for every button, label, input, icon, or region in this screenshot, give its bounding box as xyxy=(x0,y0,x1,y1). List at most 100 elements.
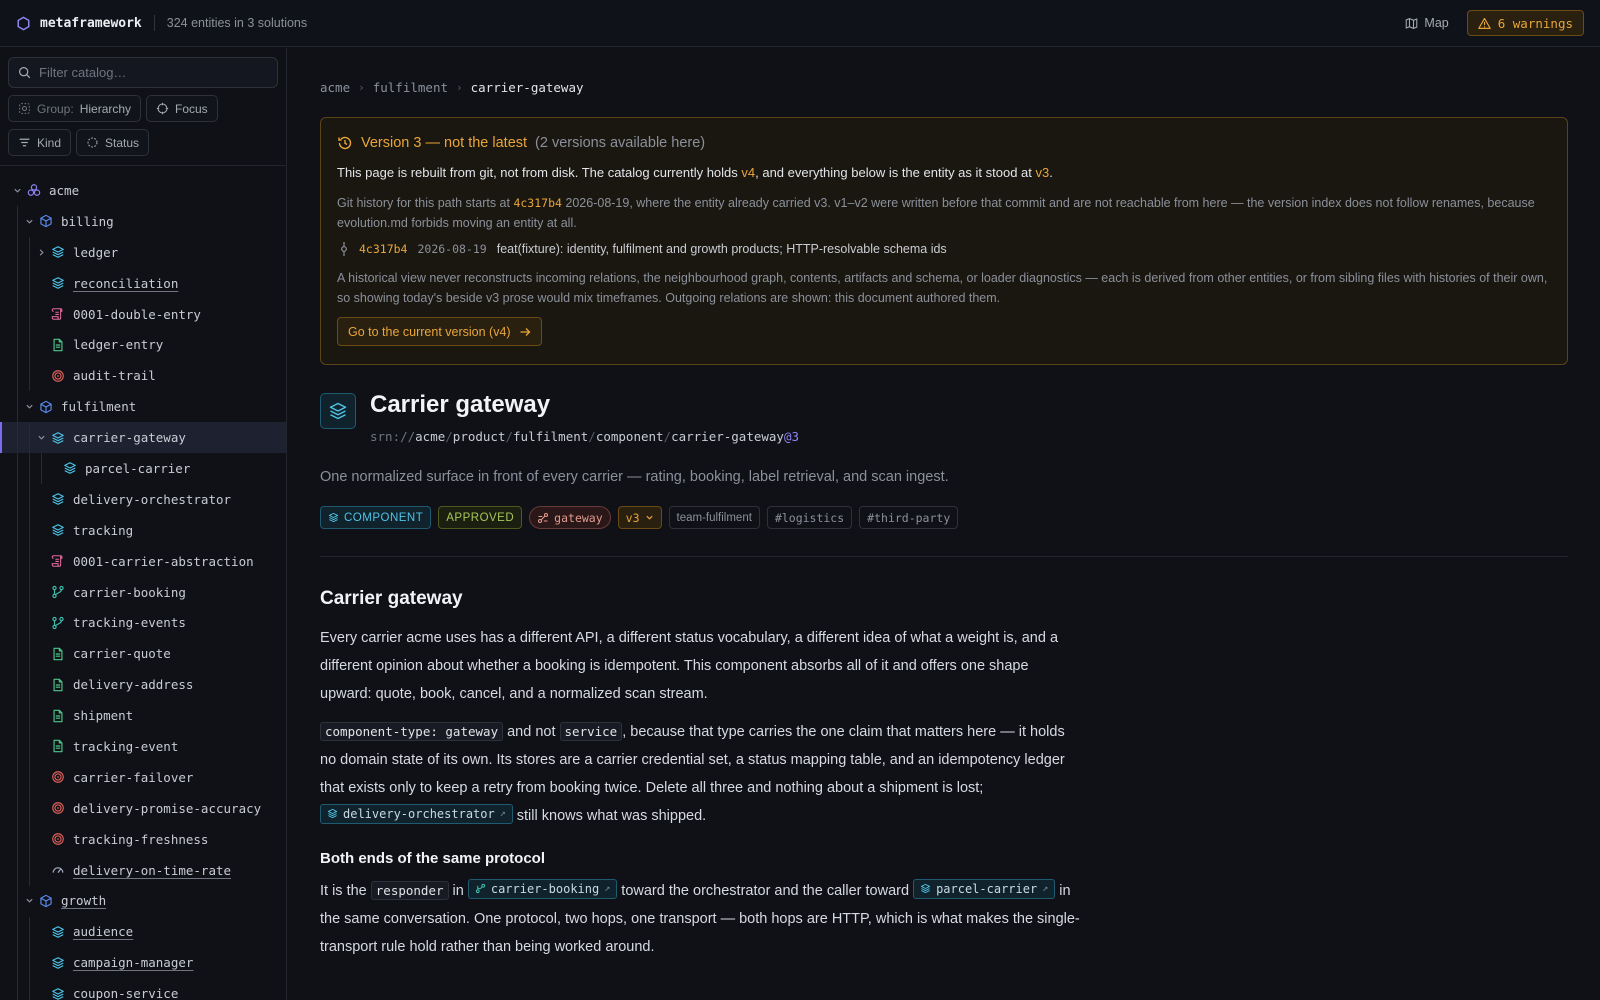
srn-part: component xyxy=(595,429,664,444)
entity-title: Carrier gateway xyxy=(370,391,551,418)
breadcrumb-item[interactable]: acme xyxy=(320,80,350,95)
chevron-down-icon[interactable] xyxy=(24,896,34,906)
breadcrumb-item[interactable]: fulfilment xyxy=(373,80,448,95)
tree-item-coupon-service[interactable]: coupon-service xyxy=(0,978,286,1000)
component-icon xyxy=(920,883,931,894)
tree-item-carrier-gateway[interactable]: carrier-gateway xyxy=(0,422,286,454)
group-chip[interactable]: Group: Hierarchy xyxy=(8,95,142,122)
schema-icon xyxy=(51,647,65,661)
tree-item-shipment[interactable]: shipment xyxy=(0,700,286,731)
schema-icon xyxy=(51,709,65,723)
banner-text: This page is rebuilt from git, not from … xyxy=(337,165,1053,180)
kind-badge[interactable]: COMPONENT xyxy=(320,506,432,529)
tree-item-ledger[interactable]: ledger xyxy=(0,237,286,268)
chevron-right-icon[interactable] xyxy=(36,247,46,257)
focus-chip[interactable]: Focus xyxy=(146,95,218,122)
version-select[interactable]: v3 xyxy=(617,506,662,529)
go-to-current-button[interactable]: Go to the current version (v4) xyxy=(337,317,542,346)
chevron-down-icon[interactable] xyxy=(24,216,34,226)
tree-item-carrier-failover[interactable]: carrier-failover xyxy=(0,762,286,793)
catalog-summary: 324 entities in 3 solutions xyxy=(166,16,308,30)
tree-item-tracking-freshness[interactable]: tracking-freshness xyxy=(0,824,286,855)
banner-note: A historical view never reconstructs inc… xyxy=(337,271,1548,305)
tree-item-carrier-booking[interactable]: carrier-booking xyxy=(0,577,286,608)
text: , and everything below is the entity as … xyxy=(755,165,1036,180)
map-button[interactable]: Map xyxy=(1405,16,1449,30)
tree-item-fulfilment[interactable]: fulfilment xyxy=(0,391,286,422)
chevron-down-icon[interactable] xyxy=(24,402,34,412)
tree-item-delivery-on-time-rate[interactable]: delivery-on-time-rate xyxy=(0,855,286,886)
schema-icon xyxy=(51,338,65,352)
tag-badge[interactable]: #third-party xyxy=(859,506,959,529)
type-badge[interactable]: gateway xyxy=(529,506,611,529)
banner-title: Version 3 — not the latest (2 versions a… xyxy=(337,135,705,151)
filter-lines-icon xyxy=(19,138,30,147)
tree-item-growth[interactable]: growth xyxy=(0,885,286,916)
tree-item-delivery-address[interactable]: delivery-address xyxy=(0,669,286,700)
commit-row: 4c317b4 2026-08-19 feat(fixture): identi… xyxy=(339,242,947,256)
status-badge[interactable]: APPROVED xyxy=(438,506,523,529)
map-label: Map xyxy=(1424,16,1449,30)
filter-input[interactable] xyxy=(39,65,259,80)
tree-item-campaign-manager[interactable]: campaign-manager xyxy=(0,947,286,978)
brand[interactable]: metaframework xyxy=(16,16,142,31)
arrow-right-icon xyxy=(520,327,530,336)
tree-item-label: ledger xyxy=(73,244,119,260)
tree-item-carrier-quote[interactable]: carrier-quote xyxy=(0,638,286,669)
warnings-button[interactable]: 6 warnings xyxy=(1466,10,1584,36)
chevron-right-icon: › xyxy=(358,81,365,94)
tree-item-label: tracking-events xyxy=(73,615,186,631)
tree-item-tracking-events[interactable]: tracking-events xyxy=(0,607,286,638)
tree-item-label: tracking xyxy=(73,522,134,538)
objective-icon xyxy=(51,801,65,815)
team-badge[interactable]: team-fulfilment xyxy=(668,506,760,529)
tree-item-acme[interactable]: acme xyxy=(0,175,286,206)
srn-part: acme xyxy=(415,429,446,444)
sidebar: Group: Hierarchy Focus Kind Status acme b… xyxy=(0,48,287,1000)
tree-item-tracking-event[interactable]: tracking-event xyxy=(0,731,286,762)
tree-item-label: coupon-service xyxy=(73,986,179,1000)
commit-hash[interactable]: 4c317b4 xyxy=(359,242,407,256)
entity-link[interactable]: parcel-carrier ↗ xyxy=(913,878,1056,899)
doc-paragraph: component-type: gateway and not service,… xyxy=(320,718,1080,830)
entity-link[interactable]: delivery-orchestrator ↗ xyxy=(320,803,513,824)
inline-code: service xyxy=(559,722,623,741)
tree-item-label: delivery-on-time-rate xyxy=(73,862,232,878)
entity-link[interactable]: carrier-booking ↗ xyxy=(467,878,618,899)
sidebar-divider xyxy=(0,165,286,166)
tree-item-tracking[interactable]: tracking xyxy=(0,515,286,546)
tree-item-label: carrier-failover xyxy=(73,769,194,785)
tree-item-billing[interactable]: billing xyxy=(0,206,286,237)
kind-badge-label: COMPONENT xyxy=(344,511,424,524)
tree-item-reconciliation[interactable]: reconciliation xyxy=(0,268,286,299)
tree-item-delivery-promise-accuracy[interactable]: delivery-promise-accuracy xyxy=(0,793,286,824)
entity-link-label: parcel-carrier xyxy=(936,881,1038,896)
kind-chip[interactable]: Kind xyxy=(8,129,72,156)
chevron-down-icon[interactable] xyxy=(36,433,46,443)
tree-item-0001-carrier-abstraction[interactable]: 0001-carrier-abstraction xyxy=(0,546,286,577)
tag-badge[interactable]: #logistics xyxy=(766,506,853,529)
status-chip[interactable]: Status xyxy=(76,129,150,156)
srn-version: @3 xyxy=(783,429,800,444)
chevron-down-icon[interactable] xyxy=(12,185,22,195)
objective-icon xyxy=(51,369,65,383)
tree-item-delivery-orchestrator[interactable]: delivery-orchestrator xyxy=(0,484,286,515)
filter-box[interactable] xyxy=(8,57,278,88)
tree-item-parcel-carrier[interactable]: parcel-carrier xyxy=(0,453,286,484)
section-divider xyxy=(320,556,1568,557)
tree-item-label: campaign-manager xyxy=(73,955,194,971)
tree-item-label: ledger-entry xyxy=(73,337,164,353)
group-icon xyxy=(19,103,30,114)
tree-item-label: fulfilment xyxy=(61,399,137,415)
tree-item-audit-trail[interactable]: audit-trail xyxy=(0,360,286,391)
breadcrumb-current: carrier-gateway xyxy=(470,80,584,95)
tree-item-ledger-entry[interactable]: ledger-entry xyxy=(0,329,286,360)
component-icon xyxy=(51,925,65,939)
text: still knows what was shipped. xyxy=(512,808,707,824)
tree-item-0001-double-entry[interactable]: 0001-double-entry xyxy=(0,299,286,330)
component-icon xyxy=(328,512,339,523)
schema-icon xyxy=(51,739,65,753)
commit-hash[interactable]: 4c317b4 xyxy=(513,196,561,210)
tree-item-audience[interactable]: audience xyxy=(0,916,286,947)
tree-item-label: delivery-promise-accuracy xyxy=(73,800,262,816)
